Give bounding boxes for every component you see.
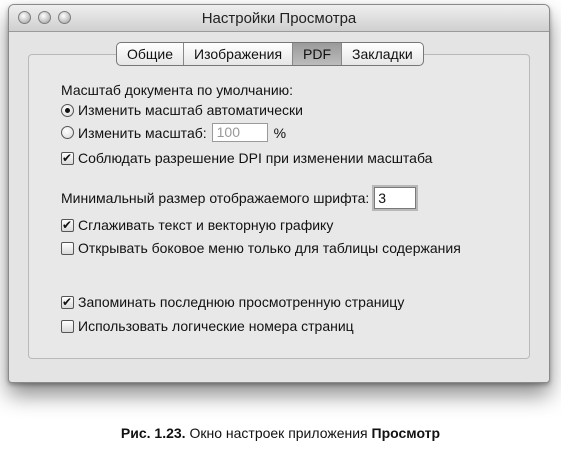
logical-checkbox-label: Использовать логические номера страниц (78, 318, 354, 334)
figure-number: Рис. 1.23. (120, 425, 186, 441)
scale-percent-input[interactable]: 100 (211, 123, 268, 142)
dpi-checkbox[interactable] (61, 151, 74, 165)
logical-checkbox[interactable] (61, 319, 74, 333)
caption-app-name: Просмотр (371, 425, 441, 441)
scale-header-row: Масштаб документа по умолчанию: (61, 82, 293, 98)
smooth-checkbox[interactable] (61, 218, 74, 232)
tab-bar: Общие Изображения PDF Закладки (116, 42, 424, 66)
min-font-size-input[interactable]: 3 (374, 187, 417, 209)
sidebar-checkbox-row[interactable]: Открывать боковое меню только для таблиц… (61, 240, 461, 256)
radio-auto-scale[interactable] (61, 103, 74, 117)
smooth-checkbox-label: Сглаживать текст и векторную графику (78, 217, 334, 233)
preferences-window: Настройки Просмотра Общие Изображения PD… (8, 4, 550, 383)
tab-pdf[interactable]: PDF (293, 43, 343, 65)
window-title: Настройки Просмотра (201, 10, 357, 27)
remember-checkbox-label: Запоминать последнюю просмотренную стран… (78, 294, 405, 310)
figure-caption: Рис. 1.23. Окно настроек приложения Прос… (0, 425, 561, 441)
radio-auto-scale-label: Изменить масштаб автоматически (78, 102, 303, 118)
smooth-checkbox-row[interactable]: Сглаживать текст и векторную графику (61, 217, 333, 233)
radio-manual-scale[interactable] (61, 126, 74, 139)
window-content: Общие Изображения PDF Закладки Масштаб д… (9, 32, 549, 382)
remember-checkbox[interactable] (61, 295, 74, 309)
tab-images[interactable]: Изображения (184, 43, 294, 65)
min-font-row: Минимальный размер отображаемого шрифта:… (61, 187, 417, 209)
tab-general[interactable]: Общие (117, 43, 185, 65)
tab-bookmarks[interactable]: Закладки (342, 43, 423, 65)
logical-checkbox-row[interactable]: Использовать логические номера страниц (61, 318, 354, 334)
title-bar: Настройки Просмотра (9, 5, 549, 32)
sidebar-checkbox-label: Открывать боковое меню только для таблиц… (78, 240, 461, 256)
dpi-checkbox-label: Соблюдать разрешение DPI при изменении м… (78, 150, 433, 166)
remember-checkbox-row[interactable]: Запоминать последнюю просмотренную стран… (61, 294, 404, 310)
scale-header-label: Масштаб документа по умолчанию: (61, 82, 294, 98)
radio-auto-scale-row[interactable]: Изменить масштаб автоматически (61, 102, 303, 118)
min-font-label: Минимальный размер отображаемого шрифта: (61, 190, 370, 206)
radio-manual-scale-row[interactable]: Изменить масштаб: 100 % (61, 123, 286, 142)
radio-manual-scale-label: Изменить масштаб: (78, 124, 207, 141)
percent-unit-label: % (273, 124, 287, 141)
dpi-checkbox-row[interactable]: Соблюдать разрешение DPI при изменении м… (61, 150, 432, 166)
sidebar-checkbox[interactable] (61, 241, 74, 255)
caption-text: Окно настроек приложения (185, 425, 372, 441)
